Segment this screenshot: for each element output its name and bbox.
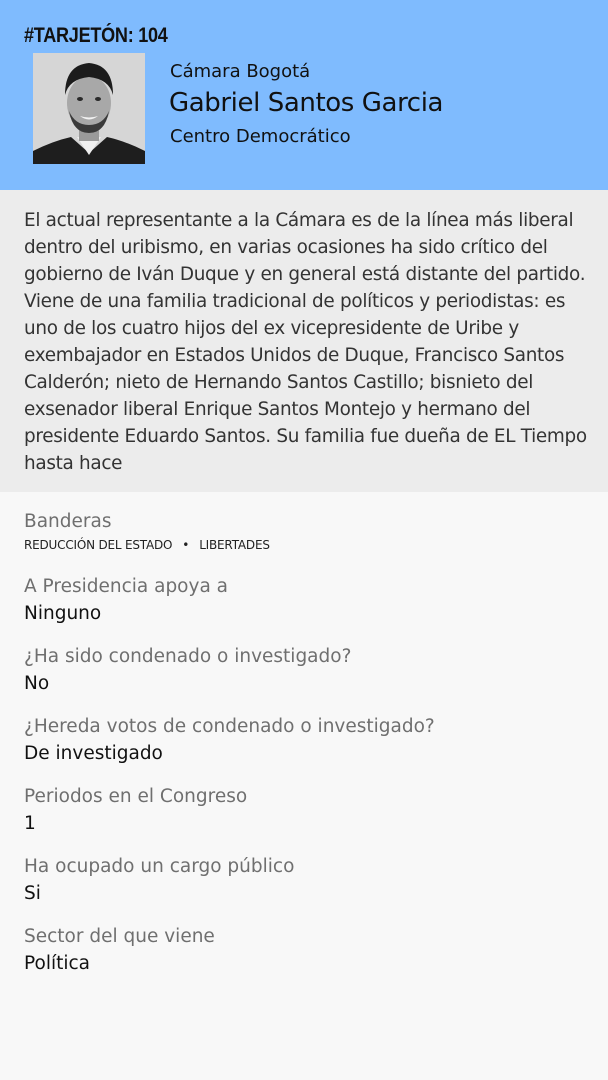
flag-item: REDUCCIÓN DEL ESTADO <box>24 538 173 552</box>
field-label: Periodos en el Congreso <box>24 786 248 807</box>
flag-separator: • <box>182 538 190 552</box>
details-section: Banderas REDUCCIÓN DEL ESTADO • LIBERTAD… <box>24 510 594 995</box>
party-name: Centro Democrático <box>170 126 351 147</box>
candidate-photo <box>33 53 145 164</box>
field-value: De investigado <box>24 743 163 764</box>
field-periodos: Periodos en el Congreso 1 <box>24 785 594 855</box>
field-value: Política <box>24 953 90 974</box>
bio-section: El actual representante a la Cámara es d… <box>0 190 608 492</box>
field-cargo: Ha ocupado un cargo público Si <box>24 855 594 925</box>
field-sector: Sector del que viene Política <box>24 925 594 995</box>
flag-item: LIBERTADES <box>199 538 270 552</box>
field-label: Banderas <box>24 511 112 532</box>
candidate-name: Gabriel Santos Garcia <box>169 88 444 118</box>
field-label: Sector del que viene <box>24 926 215 947</box>
field-label: A Presidencia apoya a <box>24 576 229 597</box>
field-value: 1 <box>24 813 36 834</box>
field-value: Si <box>24 883 41 904</box>
field-condenado: ¿Ha sido condenado o investigado? No <box>24 645 594 715</box>
chamber-label: Cámara Bogotá <box>170 61 311 82</box>
field-hereda: ¿Hereda votos de condenado o investigado… <box>24 715 594 785</box>
field-label: Ha ocupado un cargo público <box>24 856 295 877</box>
candidate-header: #TARJETÓN: 104 Cámara Bogotá Gabriel San… <box>0 0 608 190</box>
field-label: ¿Hereda votos de condenado o investigado… <box>24 716 435 737</box>
field-banderas: Banderas REDUCCIÓN DEL ESTADO • LIBERTAD… <box>24 510 594 575</box>
field-presidencia: A Presidencia apoya a Ninguno <box>24 575 594 645</box>
bio-text: El actual representante a la Cámara es d… <box>24 210 587 474</box>
flags-list: REDUCCIÓN DEL ESTADO • LIBERTADES <box>24 538 594 552</box>
field-value: No <box>24 673 50 694</box>
field-value: Ninguno <box>24 603 102 624</box>
field-label: ¿Ha sido condenado o investigado? <box>24 646 352 667</box>
ballot-number: #TARJETÓN: 104 <box>24 24 168 47</box>
